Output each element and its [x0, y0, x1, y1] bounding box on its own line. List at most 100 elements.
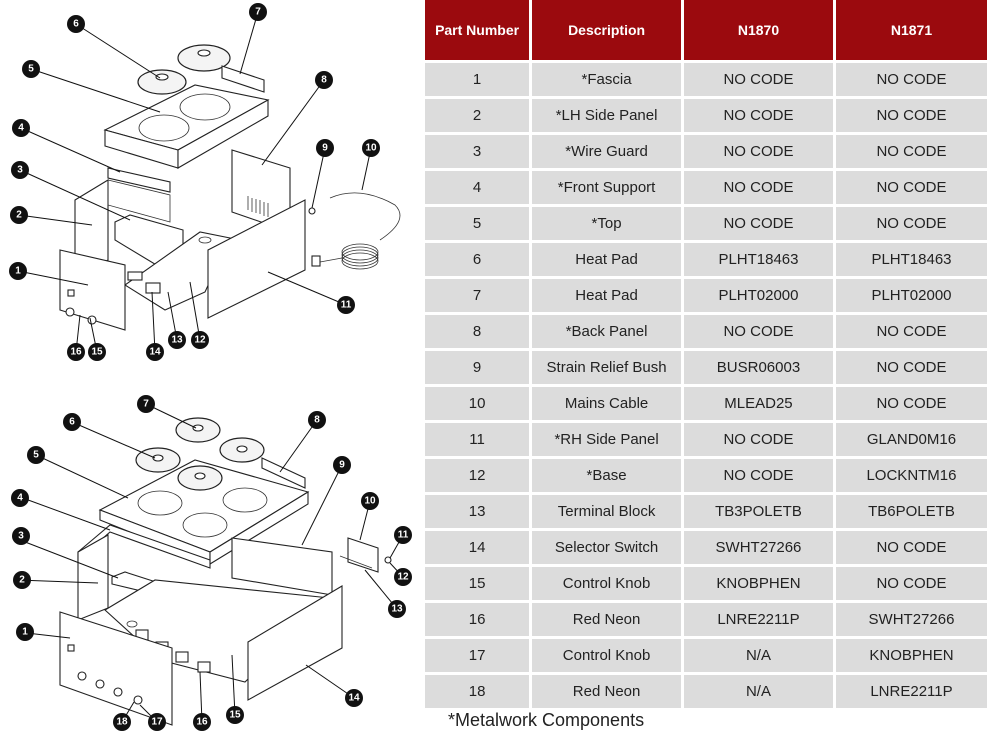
- callout-15: 15: [88, 343, 106, 361]
- callout-12: 12: [394, 568, 412, 586]
- cell-description: Heat Pad: [532, 243, 681, 276]
- cell-description: *Wire Guard: [532, 135, 681, 168]
- cell-n1870: NO CODE: [683, 315, 833, 348]
- callout-13: 13: [168, 331, 186, 349]
- header-description: Description: [532, 0, 681, 60]
- cell-part-number: 9: [425, 351, 530, 384]
- callout-number: 8: [321, 75, 327, 86]
- cell-n1871: NO CODE: [835, 207, 987, 240]
- callout-3: 3: [11, 161, 29, 179]
- callout-number: 9: [339, 460, 345, 471]
- cell-n1871: NO CODE: [835, 315, 987, 348]
- cell-description: *LH Side Panel: [532, 99, 681, 132]
- fascia-1: [59, 249, 126, 331]
- cell-n1871: NO CODE: [835, 567, 987, 600]
- cell-part-number: 4: [425, 171, 530, 204]
- callout-number: 3: [18, 531, 24, 542]
- cell-n1870: PLHT02000: [683, 279, 833, 312]
- callout-number: 1: [15, 266, 21, 277]
- callout-number: 14: [149, 347, 161, 358]
- cell-description: Selector Switch: [532, 531, 681, 564]
- callout-18: 18: [113, 713, 131, 731]
- table-row: 1 *Fascia NO CODE NO CODE: [425, 63, 987, 96]
- callout-4: 4: [12, 119, 30, 137]
- callout-number: 12: [397, 572, 409, 583]
- table-row: 10 Mains Cable MLEAD25 NO CODE: [425, 387, 987, 420]
- cell-part-number: 14: [425, 531, 530, 564]
- callout-number: 12: [194, 335, 206, 346]
- footnote: *Metalwork Components: [448, 710, 645, 730]
- cell-n1870: N/A: [683, 639, 833, 672]
- table-body: 1 *Fascia NO CODE NO CODE 2 *LH Side Panel NO …: [425, 63, 987, 708]
- callout-number: 11: [341, 300, 352, 311]
- callout-9: 9: [333, 456, 351, 474]
- cell-description: *Back Panel: [532, 315, 681, 348]
- heat-pad-7b: [219, 437, 265, 463]
- cell-n1871: NO CODE: [835, 531, 987, 564]
- cell-n1870: LNRE2211P: [683, 603, 833, 636]
- table-row: 14 Selector Switch SWHT27266 NO CODE: [425, 531, 987, 564]
- diagram-n1871: 1 2 3 4 5 6 7 8 9 10 11 12 13 14 15 16 1…: [11, 395, 412, 731]
- cell-n1871: NO CODE: [835, 135, 987, 168]
- cell-n1871: NO CODE: [835, 351, 987, 384]
- callout-14: 14: [345, 689, 363, 707]
- cell-n1870: NO CODE: [683, 207, 833, 240]
- callout-number: 7: [143, 399, 149, 410]
- cell-description: Control Knob: [532, 567, 681, 600]
- cell-n1870: NO CODE: [683, 135, 833, 168]
- table-row: 11 *RH Side Panel NO CODE GLAND0M16: [425, 423, 987, 456]
- cell-n1871: NO CODE: [835, 99, 987, 132]
- cell-n1871: PLHT18463: [835, 243, 987, 276]
- heat-pad-6b: [177, 465, 223, 491]
- cell-n1871: NO CODE: [835, 387, 987, 420]
- callout-1: 1: [9, 262, 27, 280]
- callout-5: 5: [22, 60, 40, 78]
- cell-description: *Top: [532, 207, 681, 240]
- mains-cable-10: [311, 192, 401, 270]
- cell-n1871: PLHT02000: [835, 279, 987, 312]
- callout-number: 11: [398, 530, 409, 541]
- callout-number: 5: [28, 64, 34, 75]
- cell-part-number: 8: [425, 315, 530, 348]
- back-panel-9: [231, 537, 333, 596]
- callout-8: 8: [308, 411, 326, 429]
- callout-number: 2: [16, 210, 22, 221]
- cell-n1870: TB3POLETB: [683, 495, 833, 528]
- cell-n1870: NO CODE: [683, 459, 833, 492]
- callout-number: 16: [196, 717, 208, 728]
- cell-n1870: N/A: [683, 675, 833, 708]
- callout-2: 2: [13, 571, 31, 589]
- cell-part-number: 2: [425, 99, 530, 132]
- callout-16: 16: [67, 343, 85, 361]
- parts-table: Part Number Description N1870 N1871 1 *Fa…: [422, 0, 990, 711]
- callout-number: 3: [17, 165, 23, 176]
- callout-number: 17: [151, 717, 163, 728]
- table-row: 8 *Back Panel NO CODE NO CODE: [425, 315, 987, 348]
- header-n1871: N1871: [835, 0, 987, 60]
- cell-description: Heat Pad: [532, 279, 681, 312]
- cell-description: Red Neon: [532, 603, 681, 636]
- callout-number: 10: [365, 143, 377, 154]
- callout-number: 5: [33, 450, 39, 461]
- cell-description: *Base: [532, 459, 681, 492]
- header-n1870: N1870: [683, 0, 833, 60]
- callout-number: 13: [391, 604, 403, 615]
- cell-n1870: NO CODE: [683, 171, 833, 204]
- callout-17: 17: [148, 713, 166, 731]
- callout-number: 6: [73, 19, 79, 30]
- callout-8: 8: [315, 71, 333, 89]
- callout-6: 6: [63, 413, 81, 431]
- callout-5: 5: [27, 446, 45, 464]
- callout-11: 11: [337, 296, 355, 314]
- callout-12: 12: [191, 331, 209, 349]
- callout-number: 9: [322, 143, 328, 154]
- callout-number: 13: [171, 335, 183, 346]
- table-row: 4 *Front Support NO CODE NO CODE: [425, 171, 987, 204]
- callout-number: 15: [91, 347, 103, 358]
- table-row: 13 Terminal Block TB3POLETB TB6POLETB: [425, 495, 987, 528]
- cell-description: Control Knob: [532, 639, 681, 672]
- table-row: 5 *Top NO CODE NO CODE: [425, 207, 987, 240]
- callout-number: 14: [348, 693, 360, 704]
- cell-n1871: NO CODE: [835, 171, 987, 204]
- callout-2: 2: [10, 206, 28, 224]
